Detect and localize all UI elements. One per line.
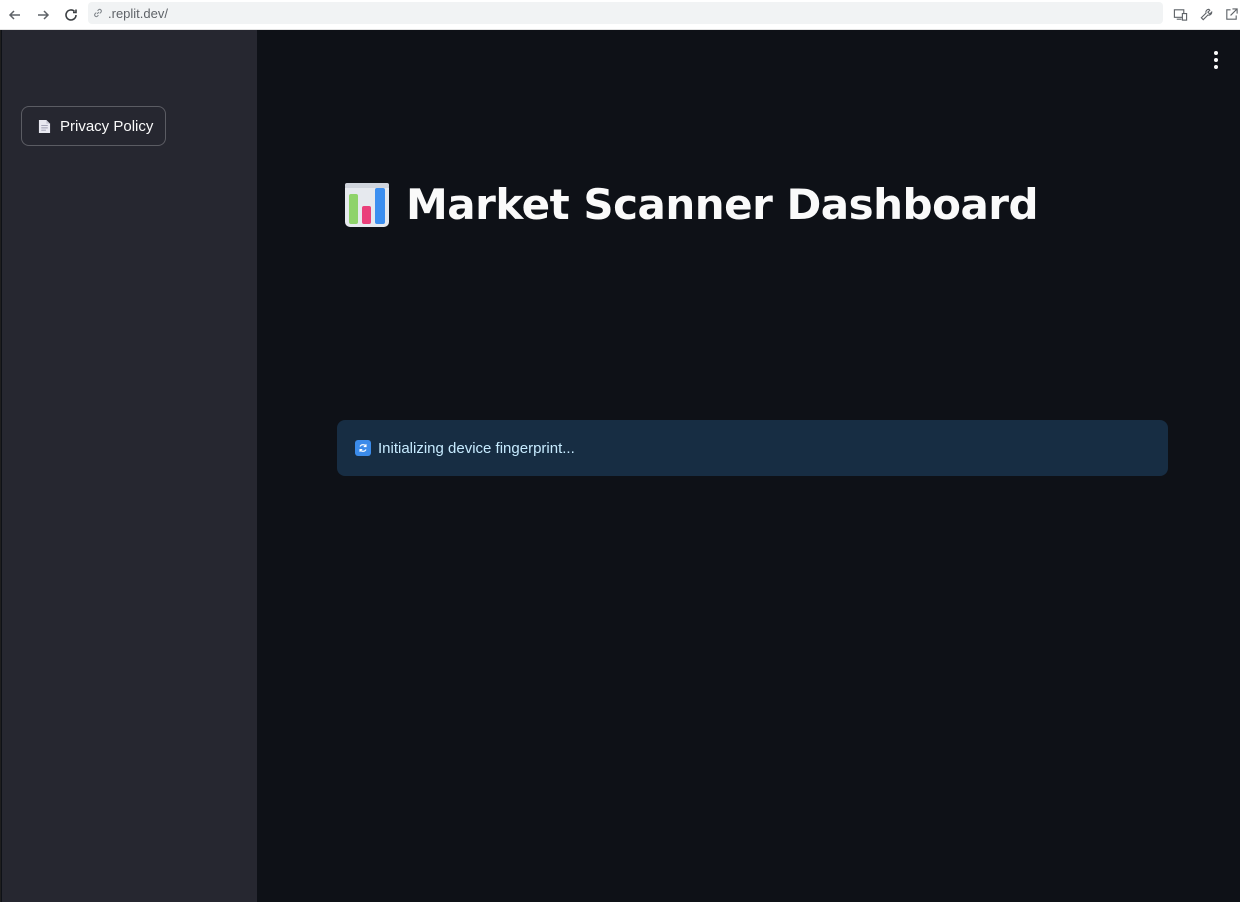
browser-toolbar: .replit.dev/ xyxy=(0,0,1240,30)
reload-icon xyxy=(65,9,77,21)
privacy-policy-label: Privacy Policy xyxy=(60,117,154,135)
device-toolbar-button[interactable] xyxy=(1170,4,1190,24)
main-menu-button[interactable] xyxy=(1207,50,1225,70)
link-icon xyxy=(92,6,106,20)
refresh-icon xyxy=(355,440,371,456)
devtools-button[interactable] xyxy=(1196,4,1216,24)
arrow-right-icon xyxy=(38,10,50,20)
back-button[interactable] xyxy=(4,4,26,26)
menu-dot xyxy=(1214,65,1218,69)
url-text: .replit.dev/ xyxy=(108,5,168,21)
info-message: Initializing device fingerprint... xyxy=(378,439,575,457)
reload-button[interactable] xyxy=(60,4,82,26)
info-alert: Initializing device fingerprint... xyxy=(337,420,1168,476)
menu-dot xyxy=(1214,51,1218,55)
sidebar: Privacy Policy xyxy=(2,30,257,902)
bar-chart-icon xyxy=(345,182,389,227)
open-new-tab-button[interactable] xyxy=(1221,4,1240,24)
devices-icon xyxy=(1173,8,1187,21)
wrench-icon xyxy=(1200,8,1212,20)
privacy-policy-button[interactable]: Privacy Policy xyxy=(21,106,167,146)
menu-dot xyxy=(1214,58,1218,62)
page-title: Market Scanner Dashboard xyxy=(406,180,1039,229)
forward-button[interactable] xyxy=(32,4,54,26)
document-icon xyxy=(38,118,52,134)
address-bar[interactable]: .replit.dev/ xyxy=(88,2,1163,24)
page-header: Market Scanner Dashboard xyxy=(344,180,1039,229)
arrow-left-icon xyxy=(8,10,20,20)
app-container: Privacy Policy Market Scanner Dashboard … xyxy=(0,30,1240,902)
external-link-icon xyxy=(1225,7,1238,20)
